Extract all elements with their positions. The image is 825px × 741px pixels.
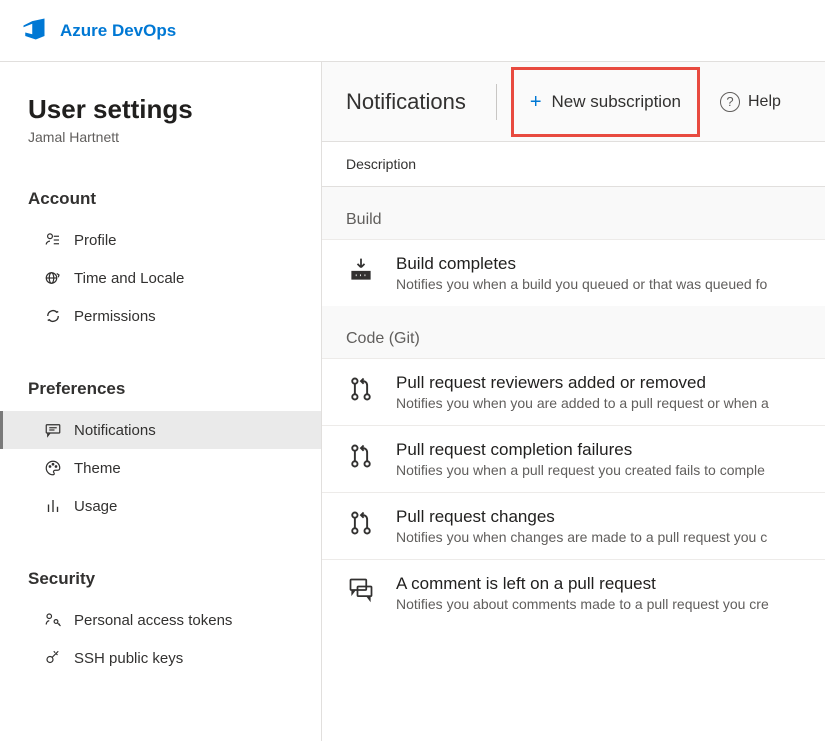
key-icon bbox=[44, 649, 62, 667]
notification-desc: Notifies you when changes are made to a … bbox=[396, 529, 767, 545]
group-header-code-git: Code (Git) bbox=[322, 306, 825, 358]
chat-icon bbox=[44, 421, 62, 439]
page-username: Jamal Hartnett bbox=[0, 125, 321, 145]
toolbar-divider bbox=[496, 84, 497, 120]
sidebar-item-time-locale[interactable]: Time and Locale bbox=[0, 259, 321, 297]
notification-row[interactable]: Pull request completion failures Notifie… bbox=[322, 425, 825, 492]
notification-title: Pull request changes bbox=[396, 507, 767, 527]
notification-desc: Notifies you when you are added to a pul… bbox=[396, 395, 769, 411]
build-icon bbox=[346, 256, 376, 284]
sidebar-item-profile[interactable]: Profile bbox=[0, 221, 321, 259]
profile-icon bbox=[44, 231, 62, 249]
sidebar-item-theme[interactable]: Theme bbox=[0, 449, 321, 487]
section-header-security: Security bbox=[0, 525, 321, 601]
plus-icon: + bbox=[530, 92, 542, 112]
sidebar-item-label: Usage bbox=[74, 498, 117, 515]
globe-icon bbox=[44, 269, 62, 287]
sidebar-item-ssh-keys[interactable]: SSH public keys bbox=[0, 639, 321, 677]
notification-title: Pull request completion failures bbox=[396, 440, 765, 460]
sidebar-item-permissions[interactable]: Permissions bbox=[0, 297, 321, 335]
sidebar-item-label: Notifications bbox=[74, 422, 156, 439]
sidebar-item-notifications[interactable]: Notifications bbox=[0, 411, 321, 449]
notification-title: A comment is left on a pull request bbox=[396, 574, 769, 594]
help-label: Help bbox=[748, 93, 781, 111]
sidebar-item-label: SSH public keys bbox=[74, 650, 183, 667]
sidebar-item-label: Profile bbox=[74, 232, 117, 249]
sidebar-item-usage[interactable]: Usage bbox=[0, 487, 321, 525]
notification-row[interactable]: Build completes Notifies you when a buil… bbox=[322, 239, 825, 306]
notification-row[interactable]: A comment is left on a pull request Noti… bbox=[322, 559, 825, 626]
notification-desc: Notifies you about comments made to a pu… bbox=[396, 596, 769, 612]
brand-logo[interactable]: Azure DevOps bbox=[20, 15, 176, 46]
notification-title: Pull request reviewers added or removed bbox=[396, 373, 769, 393]
toolbar-title: Notifications bbox=[346, 89, 488, 115]
brand-name: Azure DevOps bbox=[60, 21, 176, 41]
palette-icon bbox=[44, 459, 62, 477]
notification-title: Build completes bbox=[396, 254, 767, 274]
comment-icon bbox=[346, 576, 376, 604]
sidebar-item-label: Personal access tokens bbox=[74, 612, 232, 629]
highlight-box: + New subscription bbox=[511, 67, 700, 137]
sidebar-item-pat[interactable]: Personal access tokens bbox=[0, 601, 321, 639]
top-bar: Azure DevOps bbox=[0, 0, 825, 62]
pr-icon bbox=[346, 375, 376, 403]
sidebar: User settings Jamal Hartnett Account Pro… bbox=[0, 62, 322, 741]
group-header-build: Build bbox=[322, 187, 825, 239]
main-content: Notifications + New subscription ? Help … bbox=[322, 62, 825, 741]
notification-row[interactable]: Pull request reviewers added or removed … bbox=[322, 358, 825, 425]
new-subscription-label: New subscription bbox=[552, 92, 681, 112]
help-button[interactable]: ? Help bbox=[720, 92, 781, 112]
toolbar: Notifications + New subscription ? Help bbox=[322, 62, 825, 142]
pr-icon bbox=[346, 509, 376, 537]
new-subscription-button[interactable]: + New subscription bbox=[526, 90, 685, 114]
sidebar-item-label: Time and Locale bbox=[74, 270, 184, 287]
sidebar-item-label: Permissions bbox=[74, 308, 156, 325]
key-person-icon bbox=[44, 611, 62, 629]
page-title: User settings bbox=[0, 94, 321, 125]
help-icon: ? bbox=[720, 92, 740, 112]
notification-desc: Notifies you when a build you queued or … bbox=[396, 276, 767, 292]
azure-devops-icon bbox=[20, 15, 48, 46]
section-header-account: Account bbox=[0, 145, 321, 221]
notification-desc: Notifies you when a pull request you cre… bbox=[396, 462, 765, 478]
refresh-icon bbox=[44, 307, 62, 325]
notification-row[interactable]: Pull request changes Notifies you when c… bbox=[322, 492, 825, 559]
section-header-preferences: Preferences bbox=[0, 335, 321, 411]
bar-chart-icon bbox=[44, 497, 62, 515]
column-header-description: Description bbox=[322, 142, 825, 187]
sidebar-item-label: Theme bbox=[74, 460, 121, 477]
pr-icon bbox=[346, 442, 376, 470]
